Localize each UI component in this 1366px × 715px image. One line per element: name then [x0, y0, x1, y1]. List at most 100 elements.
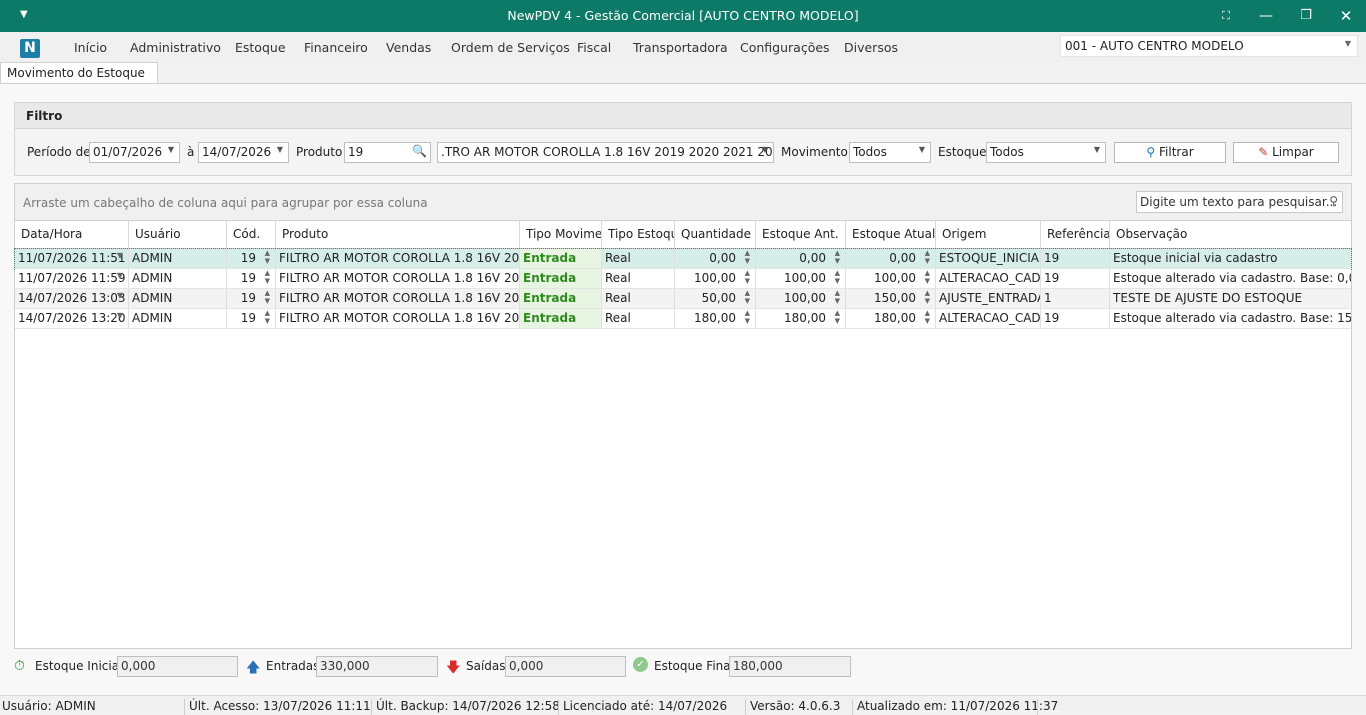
cell-observacao[interactable]: Estoque inicial via cadastro	[1110, 249, 1351, 269]
menu-financeiro[interactable]: Financeiro	[304, 40, 368, 55]
cell-produto[interactable]: FILTRO AR MOTOR COROLLA 1.8 16V 2019 20…	[276, 269, 520, 289]
app-logo[interactable]: N	[20, 39, 40, 58]
cell-tipo-movimento[interactable]: Entrada	[520, 249, 602, 269]
eraser-icon: ✎	[1258, 145, 1269, 159]
periodo-de-field[interactable]: 01/07/2026 ▼	[89, 142, 180, 163]
column-header-usuario[interactable]: Usuário	[129, 221, 227, 249]
produto-codigo-field[interactable]: 19 🔍	[344, 142, 431, 163]
grid-search-input[interactable]: Digite um texto para pesquisar... ⚲	[1136, 191, 1343, 213]
column-header-observacao[interactable]: Observação	[1110, 221, 1351, 249]
menu-estoque[interactable]: Estoque	[235, 40, 286, 55]
chevron-down-icon: ▼	[1344, 39, 1351, 48]
movimento-select[interactable]: Todos ▼	[849, 142, 931, 163]
column-header-origem[interactable]: Origem	[936, 221, 1041, 249]
periodo-de-value: 01/07/2026	[93, 145, 163, 159]
cell-tipo-estoque[interactable]: Real	[602, 309, 675, 329]
menu-ordem-servicos[interactable]: Ordem de Serviços	[451, 40, 570, 55]
menu-diversos[interactable]: Diversos	[844, 40, 898, 55]
produto-descricao-select[interactable]: .TRO AR MOTOR COROLLA 1.8 16V 2019 2020 …	[437, 142, 774, 163]
column-header-referencia[interactable]: Referência	[1041, 221, 1110, 249]
company-select[interactable]: 001 - AUTO CENTRO MODELO ▼	[1060, 35, 1358, 57]
cell-tipo-estoque[interactable]: Real	[602, 289, 675, 309]
filtrar-label: Filtrar	[1159, 145, 1194, 159]
cell-produto[interactable]: FILTRO AR MOTOR COROLLA 1.8 16V 2019 20…	[276, 309, 520, 329]
cell-estoque-atual[interactable]: 180,00 ▲ ▼	[846, 309, 936, 329]
tab-movimento-estoque[interactable]: Movimento do Estoque	[0, 62, 158, 84]
status-ultimo-acesso: Últ. Acesso: 13/07/2026 11:11	[184, 699, 371, 715]
chevron-down-icon: ▼	[761, 145, 768, 154]
periodo-ate-field[interactable]: 14/07/2026 ▼	[198, 142, 289, 163]
column-header-data-hora[interactable]: Data/Hora	[15, 221, 129, 249]
cell-cod[interactable]: 19 ▲ ▼	[227, 249, 276, 269]
cell-estoque-ant[interactable]: 100,00 ▲ ▼	[756, 269, 846, 289]
cell-origem[interactable]: ALTERACAO_CAD_	[936, 309, 1041, 329]
cell-referencia[interactable]: 19	[1041, 309, 1110, 329]
menu-configuracoes[interactable]: Configurações	[740, 40, 830, 55]
cell-usuario[interactable]: ADMIN	[129, 309, 227, 329]
cell-origem[interactable]: ALTERACAO_CAD_	[936, 269, 1041, 289]
chevron-down-icon: ▼	[116, 291, 123, 300]
cell-observacao[interactable]: Estoque alterado via cadastro. Base: 150…	[1110, 309, 1351, 329]
cell-estoque-atual[interactable]: 100,00 ▲ ▼	[846, 269, 936, 289]
cell-data-hora[interactable]: 14/07/2026 13:03 ▼	[15, 289, 129, 309]
cell-produto[interactable]: FILTRO AR MOTOR COROLLA 1.8 16V 2019 20…	[276, 249, 520, 269]
cell-quantidade[interactable]: 100,00 ▲ ▼	[675, 269, 756, 289]
cell-estoque-ant[interactable]: 180,00 ▲ ▼	[756, 309, 846, 329]
cell-referencia[interactable]: 1	[1041, 289, 1110, 309]
menu-vendas[interactable]: Vendas	[386, 40, 431, 55]
column-header-quantidade[interactable]: Quantidade	[675, 221, 756, 249]
cell-data-hora[interactable]: 11/07/2026 11:59 ▼	[15, 269, 129, 289]
cell-usuario[interactable]: ADMIN	[129, 269, 227, 289]
column-header-estoque-ant[interactable]: Estoque Ant.	[756, 221, 846, 249]
search-icon: ⚲	[1329, 194, 1338, 208]
fullscreen-icon[interactable]: ⛶	[1206, 0, 1246, 32]
cell-estoque-ant[interactable]: 100,00 ▲ ▼	[756, 289, 846, 309]
cell-text: 19	[240, 291, 256, 305]
cell-origem[interactable]: ESTOQUE_INICIAL	[936, 249, 1041, 269]
cell-usuario[interactable]: ADMIN	[129, 289, 227, 309]
limpar-button[interactable]: ✎ Limpar	[1233, 142, 1339, 163]
column-header-estoque-atual[interactable]: Estoque Atual	[846, 221, 936, 249]
cell-origem[interactable]: AJUSTE_ENTRADA	[936, 289, 1041, 309]
binoculars-search-icon[interactable]: 🔍	[412, 144, 427, 158]
cell-cod[interactable]: 19 ▲ ▼	[227, 269, 276, 289]
column-header-tipo-movimento[interactable]: Tipo Movime	[520, 221, 602, 249]
cell-cod[interactable]: 19 ▲ ▼	[227, 289, 276, 309]
cell-referencia[interactable]: 19	[1041, 249, 1110, 269]
column-header-tipo-estoque[interactable]: Tipo Estoqu	[602, 221, 675, 249]
cell-estoque-ant[interactable]: 0,00 ▲ ▼	[756, 249, 846, 269]
estoque-select[interactable]: Todos ▼	[986, 142, 1106, 163]
restore-button[interactable]: ❐	[1286, 0, 1326, 32]
status-bar: Usuário: ADMIN Últ. Acesso: 13/07/2026 1…	[0, 695, 1366, 715]
cell-tipo-estoque[interactable]: Real	[602, 249, 675, 269]
cell-referencia[interactable]: 19	[1041, 269, 1110, 289]
close-button[interactable]: ✕	[1326, 0, 1366, 32]
cell-tipo-movimento[interactable]: Entrada	[520, 289, 602, 309]
cell-estoque-atual[interactable]: 0,00 ▲ ▼	[846, 249, 936, 269]
menu-inicio[interactable]: Início	[74, 40, 107, 55]
cell-observacao[interactable]: Estoque alterado via cadastro. Base: 0,0…	[1110, 269, 1351, 289]
menu-administrativo[interactable]: Administrativo	[130, 40, 221, 55]
cell-produto[interactable]: FILTRO AR MOTOR COROLLA 1.8 16V 2019 20…	[276, 289, 520, 309]
cell-data-hora[interactable]: 11/07/2026 11:51 ▼	[15, 249, 129, 269]
menu-transportadora[interactable]: Transportadora	[633, 40, 728, 55]
estoque-inicial-field: 0,000	[117, 656, 238, 677]
cell-tipo-estoque[interactable]: Real	[602, 269, 675, 289]
cell-quantidade[interactable]: 0,00 ▲ ▼	[675, 249, 756, 269]
cell-tipo-movimento[interactable]: Entrada	[520, 309, 602, 329]
filtrar-button[interactable]: ⚲ Filtrar	[1114, 142, 1226, 163]
cell-estoque-atual[interactable]: 150,00 ▲ ▼	[846, 289, 936, 309]
cell-cod[interactable]: 19 ▲ ▼	[227, 309, 276, 329]
cell-quantidade[interactable]: 180,00 ▲ ▼	[675, 309, 756, 329]
cell-observacao[interactable]: TESTE DE AJUSTE DO ESTOQUE	[1110, 289, 1351, 309]
column-header-cod[interactable]: Cód.	[227, 221, 276, 249]
spin-icon: ▲ ▼	[744, 289, 750, 305]
cell-quantidade[interactable]: 50,00 ▲ ▼	[675, 289, 756, 309]
column-header-produto[interactable]: Produto	[276, 221, 520, 249]
minimize-button[interactable]: —	[1246, 0, 1286, 32]
cell-tipo-movimento[interactable]: Entrada	[520, 269, 602, 289]
menu-fiscal[interactable]: Fiscal	[577, 40, 611, 55]
cell-data-hora[interactable]: 14/07/2026 13:20 ▼	[15, 309, 129, 329]
movement-grid: Arraste um cabeçalho de coluna aqui para…	[14, 183, 1352, 649]
cell-usuario[interactable]: ADMIN	[129, 249, 227, 269]
